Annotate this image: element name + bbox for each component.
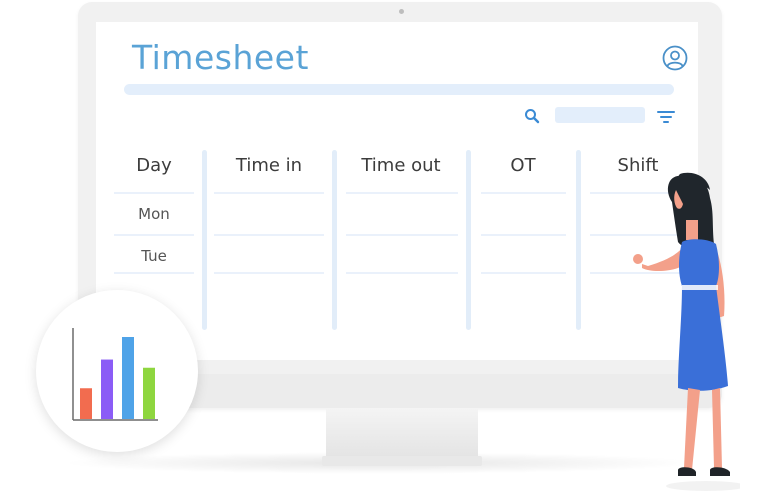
row-line — [346, 272, 458, 274]
page-title: Timesheet — [132, 38, 309, 77]
column-divider — [466, 150, 471, 330]
table-cell-day: Tue — [141, 247, 167, 265]
row-line — [481, 272, 566, 274]
title-underline-bar — [124, 84, 674, 95]
row-line — [481, 234, 566, 236]
column-divider — [576, 150, 581, 330]
monitor-stand-base — [322, 456, 482, 466]
chart-bar — [143, 367, 155, 419]
woman-illustration — [633, 172, 740, 491]
row-line — [346, 192, 458, 194]
chart-bar — [101, 359, 113, 419]
column-divider — [332, 150, 337, 330]
bar-chart — [72, 328, 158, 421]
monitor-stand — [326, 408, 478, 460]
row-line — [114, 272, 194, 274]
table-cell-day: Mon — [138, 205, 170, 223]
column-header-time-in: Time in — [235, 155, 303, 176]
row-line — [214, 234, 324, 236]
column-header-time-out: Time out — [361, 155, 441, 176]
search-icon[interactable] — [524, 108, 540, 124]
row-line — [481, 192, 566, 194]
column-header-ot: OT — [510, 155, 536, 176]
column-divider — [202, 150, 207, 330]
chart-bar — [122, 337, 134, 419]
chart-bar — [80, 388, 92, 419]
column-header-day: Day — [136, 155, 172, 176]
row-line — [114, 234, 194, 236]
user-circle-icon[interactable] — [662, 45, 688, 71]
filter-icon[interactable] — [657, 110, 675, 124]
row-line — [114, 192, 194, 194]
search-input[interactable] — [555, 107, 645, 123]
bar-chart-badge — [36, 290, 198, 452]
row-line — [346, 234, 458, 236]
row-line — [214, 272, 324, 274]
row-line — [214, 192, 324, 194]
camera-dot — [399, 9, 404, 14]
